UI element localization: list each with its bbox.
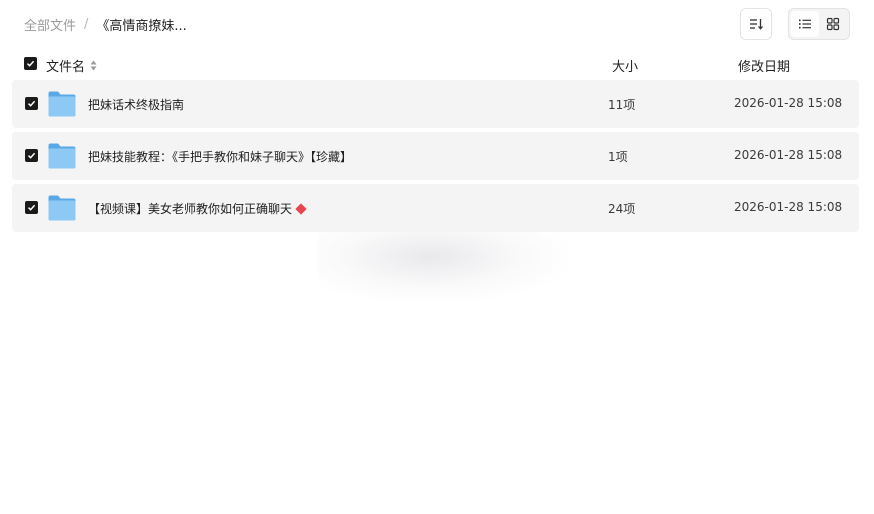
view-mode-toggle (788, 8, 850, 40)
file-modified-date: 2026-01-28 15:08 (734, 148, 843, 162)
select-all-checkbox[interactable] (24, 57, 37, 70)
decorative-shadow (318, 232, 568, 302)
folder-icon (48, 195, 76, 221)
row-checkbox[interactable] (25, 201, 38, 214)
file-name-text: 【视频课】美女老师教你如何正确聊天 (88, 202, 293, 216)
checkmark-icon (27, 100, 36, 107)
sort-icon (750, 19, 763, 30)
diamond-icon (295, 202, 307, 215)
file-modified-date: 2026-01-28 15:08 (734, 96, 843, 110)
file-size: 11项 (608, 98, 636, 112)
sort-button[interactable] (740, 8, 772, 40)
breadcrumb: 全部文件 / 《高情商撩妹... (24, 14, 187, 34)
breadcrumb-current: 《高情商撩妹... (96, 18, 187, 34)
column-header-size[interactable]: 大小 (612, 56, 638, 75)
column-header-name-label: 文件名 (46, 60, 86, 75)
checkmark-icon (27, 152, 36, 159)
file-modified-date: 2026-01-28 15:08 (734, 200, 843, 214)
sort-caret-icon (90, 60, 97, 71)
table-row[interactable]: 把妹技能教程：《手把手教你和妹子聊天》【珍藏】 1项 2026-01-28 15… (12, 132, 859, 180)
file-name[interactable]: 把妹话术终极指南 (88, 96, 184, 113)
file-size: 24项 (608, 202, 636, 216)
top-bar: 全部文件 / 《高情商撩妹... (0, 0, 874, 48)
grid-view-icon (826, 17, 840, 31)
table-header: 文件名 大小 修改日期 (12, 50, 859, 78)
row-checkbox[interactable] (25, 97, 38, 110)
table-row[interactable]: 【视频课】美女老师教你如何正确聊天 24项 2026-01-28 15:08 (12, 184, 859, 232)
table-row[interactable]: 把妹话术终极指南 11项 2026-01-28 15:08 (12, 80, 859, 128)
grid-view-button[interactable] (819, 11, 847, 37)
column-header-name[interactable]: 文件名 (46, 56, 97, 75)
list-view-button[interactable] (791, 11, 819, 37)
column-header-date[interactable]: 修改日期 (738, 56, 790, 75)
file-name[interactable]: 把妹技能教程：《手把手教你和妹子聊天》【珍藏】 (88, 148, 352, 165)
folder-icon (48, 91, 76, 117)
checkmark-icon (26, 60, 35, 67)
checkmark-icon (27, 204, 36, 211)
breadcrumb-root-link[interactable]: 全部文件 (24, 15, 76, 34)
breadcrumb-separator: / (84, 16, 89, 32)
file-name[interactable]: 【视频课】美女老师教你如何正确聊天 (88, 200, 307, 217)
row-checkbox[interactable] (25, 149, 38, 162)
file-name-text: 把妹技能教程：《手把手教你和妹子聊天》【珍藏】 (88, 150, 353, 164)
file-name-text: 把妹话术终极指南 (88, 98, 185, 112)
file-size: 1项 (608, 150, 628, 164)
folder-icon (48, 143, 76, 169)
list-view-icon (799, 19, 811, 29)
